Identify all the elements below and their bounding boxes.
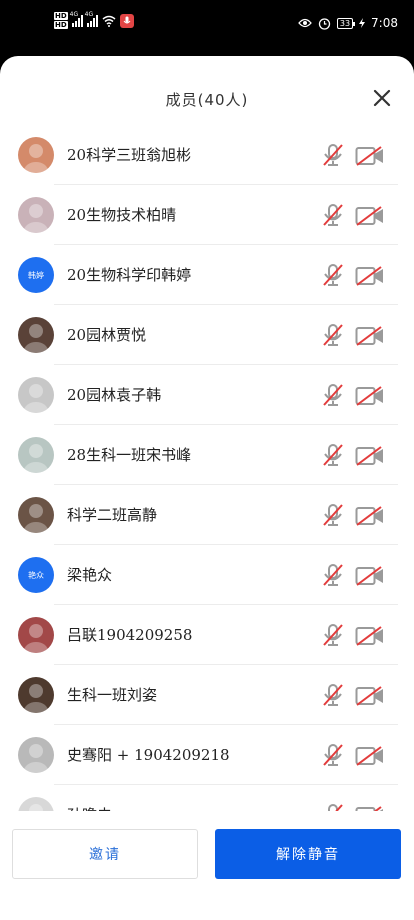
member-row[interactable]: 生科一班刘姿 [0,665,414,725]
member-name: 吕联1904209258 [67,626,193,644]
avatar [18,377,54,413]
member-list[interactable]: 20科学三班翁旭彬 20生物技术柏晴韩婷 20生物科学印韩婷 20园林贾悦 20园林袁子… [0,125,414,811]
mic-muted-icon[interactable] [322,323,344,347]
member-row[interactable]: 科学二班高静 [0,485,414,545]
mic-muted-icon[interactable] [322,623,344,647]
camera-off-icon[interactable] [355,566,385,586]
member-name: 20科学三班翁旭彬 [67,146,192,164]
camera-off-icon[interactable] [355,266,385,286]
signal-tag-2: 4G [84,10,94,18]
mic-muted-icon[interactable] [322,803,344,811]
avatar [18,797,54,811]
member-row[interactable]: 28生科一班宋书峰 [0,425,414,485]
clock: 7:08 [371,16,398,30]
avatar: 艳众 [18,557,54,593]
hd-label-2: HD [54,21,68,29]
charging-icon [359,18,366,28]
mic-muted-icon[interactable] [322,143,344,167]
alarm-icon [318,17,331,30]
mic-muted-icon[interactable] [322,503,344,527]
mic-muted-icon[interactable] [322,263,344,287]
camera-off-icon[interactable] [355,506,385,526]
member-name: 20生物技术柏晴 [67,206,177,224]
avatar [18,737,54,773]
member-row[interactable]: 艳众 梁艳众 [0,545,414,605]
camera-off-icon[interactable] [355,626,385,646]
member-name: 梁艳众 [67,566,113,584]
avatar [18,677,54,713]
avatar [18,497,54,533]
battery-indicator: 33 [336,17,356,29]
member-row[interactable]: 韩婷 20生物科学印韩婷 [0,245,414,305]
mic-muted-icon[interactable] [322,683,344,707]
hd-indicators: HD HD [54,12,68,29]
member-name: 生科一班刘姿 [67,686,158,704]
wifi-icon [102,15,116,27]
member-name: 20生物科学印韩婷 [67,266,192,284]
status-bar: HD HD 4G 4G 33 7:08 [0,0,414,52]
avatar [18,197,54,233]
mic-muted-icon[interactable] [322,383,344,407]
member-name: 科学二班高静 [67,506,158,524]
member-row[interactable]: 史骞阳 + 1904209218 [0,725,414,785]
member-name: 史骞阳 + 1904209218 [67,746,230,764]
camera-off-icon[interactable] [355,446,385,466]
signal-icon-2: 4G [85,11,98,27]
camera-off-icon[interactable] [355,206,385,226]
avatar [18,437,54,473]
member-row[interactable]: 20园林袁子韩 [0,365,414,425]
close-icon[interactable] [372,88,392,108]
member-name: 20园林贾悦 [67,326,147,344]
recording-mic-icon [119,13,134,28]
camera-off-icon[interactable] [355,146,385,166]
status-left: HD HD 4G 4G [54,11,134,29]
avatar [18,317,54,353]
member-row[interactable]: 20园林贾悦 [0,305,414,365]
avatar [18,617,54,653]
mic-muted-icon[interactable] [322,443,344,467]
avatar [18,137,54,173]
member-row[interactable]: 20科学三班翁旭彬 [0,125,414,185]
member-name: 20园林袁子韩 [67,386,162,404]
status-right: 33 7:08 [298,16,398,30]
mic-muted-icon[interactable] [322,563,344,587]
mic-muted-icon[interactable] [322,743,344,767]
member-row[interactable]: 20生物技术柏晴 [0,185,414,245]
camera-off-icon[interactable] [355,686,385,706]
member-name: 28生科一班宋书峰 [67,446,192,464]
camera-off-icon[interactable] [355,326,385,346]
signal-tag-1: 4G [69,10,79,18]
member-row[interactable]: 孙瞻未 [0,785,414,811]
mic-muted-icon[interactable] [322,203,344,227]
unmute-all-button[interactable]: 解除静音 [215,829,401,879]
member-name: 孙瞻未 [67,804,112,811]
page-title: 成员(40人) [165,91,249,109]
bottom-actions: 邀请 解除静音 [0,811,414,920]
hd-label-1: HD [54,12,68,20]
camera-off-icon[interactable] [355,386,385,406]
signal-icon-1: 4G [70,11,83,27]
member-row[interactable]: 吕联1904209258 [0,605,414,665]
camera-off-icon[interactable] [355,746,385,766]
members-sheet: 成员(40人) 20科学三班翁旭彬 20生物技术柏晴韩婷 20生物科学印韩婷 20园林… [0,56,414,920]
eye-icon [298,18,312,28]
app-screen: HD HD 4G 4G 33 7:08 成员(40人) 20科学三班翁旭彬 20… [0,0,414,920]
invite-button[interactable]: 邀请 [12,829,198,879]
avatar: 韩婷 [18,257,54,293]
